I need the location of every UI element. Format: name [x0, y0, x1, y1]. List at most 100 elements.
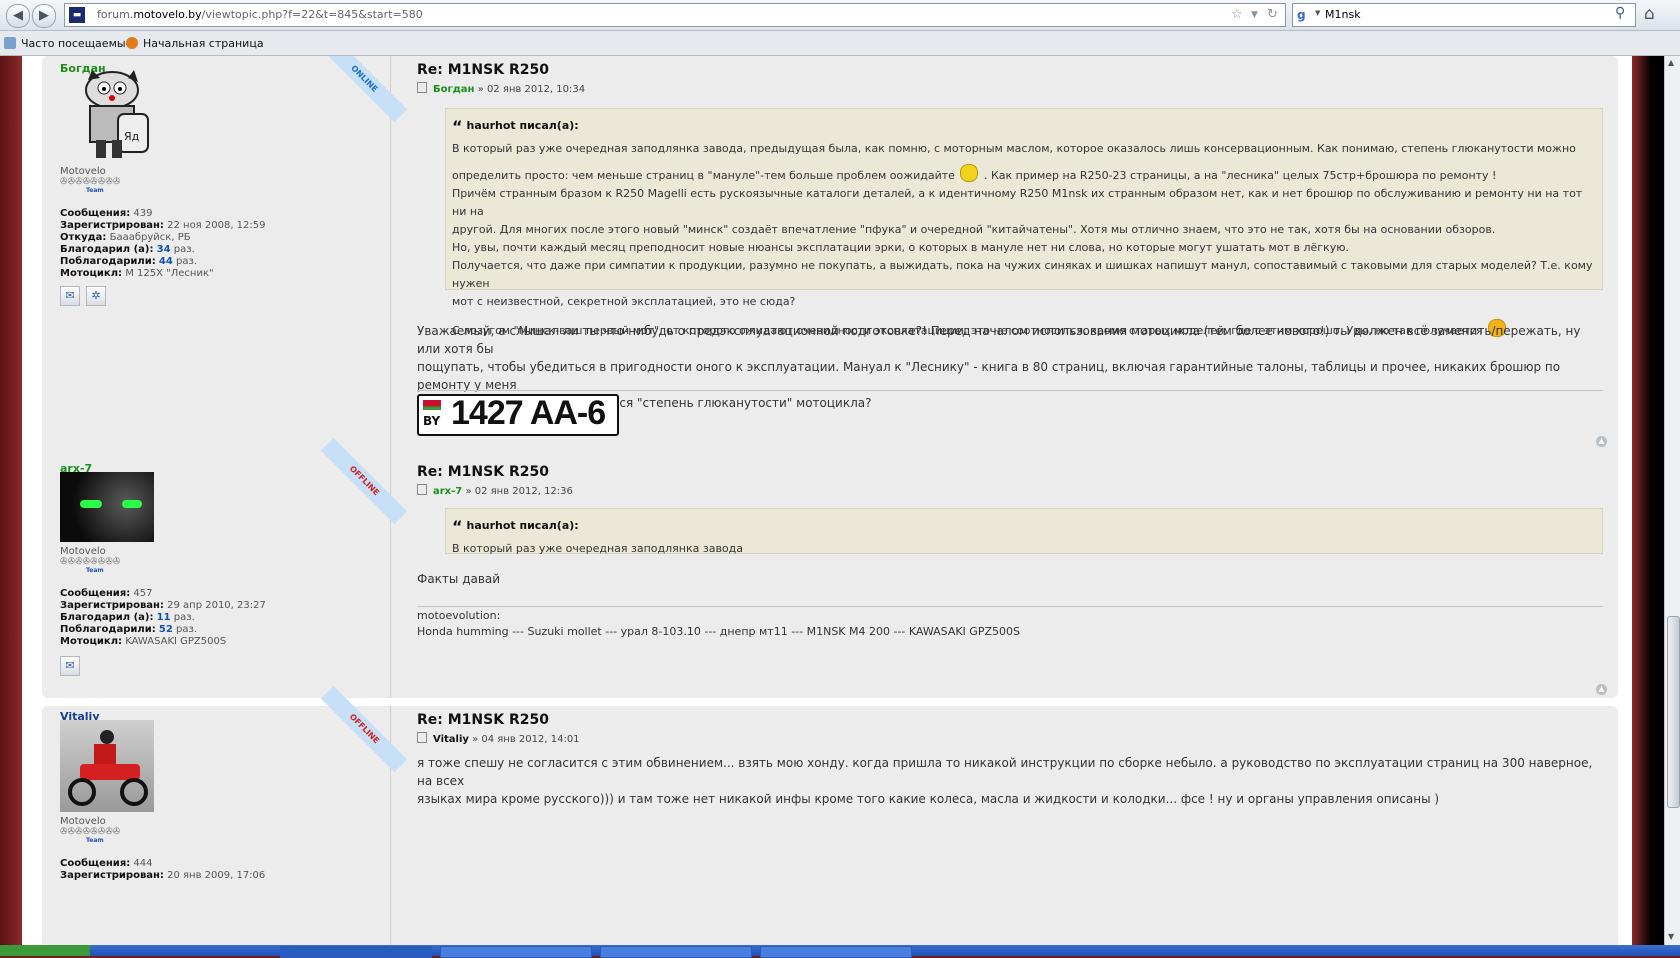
quote-header: “haurhot писал(а): [452, 117, 579, 136]
bookmark-folder-icon [4, 37, 16, 49]
forum-content: Богдан Яд Motovelo ✇✇✇✇✇✇✇✇ Team Сообщен… [22, 56, 1632, 945]
start-button[interactable] [0, 945, 90, 956]
address-bar[interactable]: ▬ forum.motovelo.by/viewtopic.php?f=22&t… [64, 3, 1286, 27]
search-engine-icon[interactable]: g [1297, 7, 1313, 23]
quote-text: В который раз уже очередная заподлянка з… [452, 142, 1593, 337]
back-to-top-icon[interactable]: ▲ [1596, 684, 1607, 695]
firefox-icon [126, 37, 138, 49]
meta-author[interactable]: Богдан [433, 84, 474, 95]
taskbar-task[interactable] [280, 946, 432, 958]
page-border-right [1632, 56, 1664, 945]
bookmark-star-icon[interactable]: ☆ [1231, 7, 1243, 22]
engine-dropdown-icon[interactable]: ▼ [1315, 9, 1320, 17]
avatar-headlight [80, 500, 102, 508]
plate-number: 1427 AA-6 [451, 394, 606, 432]
search-bar[interactable]: g ▼ M1nsk ⚲ [1292, 3, 1636, 27]
post: Богдан Яд Motovelo ✇✇✇✇✇✇✇✇ Team Сообщен… [42, 56, 1618, 480]
forward-arrow-icon[interactable]: ▶ [32, 4, 56, 28]
rank-stars-icon: ✇✇✇✇✇✇✇✇ [60, 177, 121, 187]
scroll-thumb[interactable] [1667, 616, 1680, 808]
bookmark-label: Часто посещаемые [21, 37, 133, 50]
meta-author[interactable]: Vitaliy [433, 734, 469, 745]
post-icon [417, 484, 427, 495]
taskbar-task[interactable] [440, 946, 592, 958]
post: Vitaliy Motovelo ✇✇✇✇✇✇✇✇ Team Сообщения… [42, 685, 1618, 945]
bookmark-label: Начальная страница [143, 37, 264, 50]
meta-date: » 04 янв 2012, 14:01 [472, 734, 580, 745]
avatar-rider-head [100, 730, 114, 744]
history-dropdown-icon[interactable]: ▼ [1251, 10, 1258, 20]
quote-mark-icon: “ [452, 517, 463, 536]
post: arx-7 Motovelo ✇✇✇✇✇✇✇✇ Team Сообщения: … [42, 437, 1618, 698]
team-badge: Team [86, 837, 104, 844]
angry-smiley-icon [960, 164, 979, 182]
team-badge: Team [86, 187, 104, 194]
rank-stars-icon: ✇✇✇✇✇✇✇✇ [60, 827, 121, 837]
quote-mark-icon: “ [452, 117, 463, 136]
web-page: Богдан Яд Motovelo ✇✇✇✇✇✇✇✇ Team Сообщен… [0, 56, 1664, 945]
stat-row: Зарегистрирован: 20 янв 2009, 17:06 [60, 870, 266, 881]
site-favicon-icon: ▬ [69, 7, 85, 23]
stat-row: Зарегистрирован: 29 апр 2010, 23:27 [60, 600, 266, 611]
user-stats: Сообщения: 444 Зарегистрирован: 20 янв 2… [60, 858, 265, 882]
stat-row: Сообщения: 439 [60, 208, 153, 219]
post-icon [417, 732, 427, 743]
search-icon[interactable]: ⚲ [1615, 5, 1625, 21]
stat-row: Откуда: Бааабруйск, РБ [60, 232, 191, 243]
bookmark-most-visited[interactable]: Часто посещаемые [4, 37, 132, 50]
stat-row: Сообщения: 457 [60, 588, 153, 599]
avatar-wheel [68, 778, 96, 806]
back-to-top-icon[interactable]: ▲ [1596, 436, 1607, 447]
post-profile: Богдан Яд Motovelo ✇✇✇✇✇✇✇✇ Team Сообщен… [42, 56, 391, 480]
meta-author[interactable]: arx-7 [433, 486, 462, 497]
bookmarks-bar: Часто посещаемые Начальная страница [0, 31, 1680, 56]
reload-icon[interactable]: ↻ [1267, 7, 1278, 22]
quote-block: “haurhot писал(а): В который раз уже оче… [445, 508, 1603, 555]
user-stats: Сообщения: 439 Зарегистрирован: 22 ноя 2… [60, 208, 266, 280]
quote-block: “haurhot писал(а): В который раз уже оче… [445, 108, 1603, 337]
user-rank: Motovelo [60, 816, 106, 827]
signature-divider [417, 606, 1603, 607]
windows-taskbar [0, 945, 1680, 958]
license-plate-image: BY 1427 AA-6 [417, 394, 619, 436]
bookmark-start-page[interactable]: Начальная страница [126, 37, 264, 50]
quote-text: В который раз уже очередная заподлянка з… [452, 542, 744, 555]
search-input[interactable]: M1nsk [1325, 8, 1361, 21]
back-arrow-icon[interactable]: ◀ [6, 4, 30, 28]
post-body: Факты давай [417, 572, 501, 586]
signature-divider [417, 390, 1603, 391]
post-title[interactable]: Re: M1NSK R250 [417, 464, 549, 480]
browser-toolbar: ◀ ▶ ▬ forum.motovelo.by/viewtopic.php?f=… [0, 0, 1680, 31]
stat-row: Благодарил (а): 34 раз. [60, 244, 195, 255]
team-badge: Team [86, 567, 104, 574]
taskbar-task[interactable] [600, 946, 752, 958]
cat-avatar-image: Яд [85, 70, 149, 158]
post-meta: arx-7 » 02 янв 2012, 12:36 [417, 484, 573, 497]
plate-country: BY [423, 414, 441, 428]
website-icon[interactable]: ✲ [86, 286, 106, 306]
avatar-headlight [122, 500, 142, 508]
stat-row: Зарегистрирован: 22 ноя 2008, 12:59 [60, 220, 266, 231]
vertical-scrollbar[interactable]: ▲ ▼ [1664, 56, 1680, 945]
post-title[interactable]: Re: M1NSK R250 [417, 712, 549, 728]
rank-stars-icon: ✇✇✇✇✇✇✇✇ [60, 557, 121, 567]
quote-header: “haurhot писал(а): [452, 517, 579, 536]
scroll-up-arrow-icon[interactable]: ▲ [1668, 58, 1674, 67]
scroll-down-arrow-icon[interactable]: ▼ [1668, 932, 1674, 941]
page-border-left [0, 56, 22, 945]
post-title[interactable]: Re: M1NSK R250 [417, 62, 549, 78]
stat-row: Мотоцикл: KAWASAKI GPZ500S [60, 636, 227, 647]
mail-icon[interactable]: ✉ [60, 286, 80, 306]
avatar [60, 720, 154, 812]
mail-icon[interactable]: ✉ [60, 656, 80, 676]
post-meta: Богдан » 02 янв 2012, 10:34 [417, 82, 585, 95]
stat-row: Благодарил (а): 11 раз. [60, 612, 195, 623]
avatar [60, 472, 154, 542]
user-rank: Motovelo [60, 546, 106, 557]
avatar: Яд [72, 70, 156, 162]
post-profile: Vitaliy Motovelo ✇✇✇✇✇✇✇✇ Team Сообщения… [42, 706, 391, 945]
meta-date: » 02 янв 2012, 12:36 [465, 486, 573, 497]
taskbar-task[interactable] [760, 946, 912, 958]
post-icon [417, 82, 427, 93]
home-icon[interactable]: ⌂ [1644, 4, 1655, 24]
